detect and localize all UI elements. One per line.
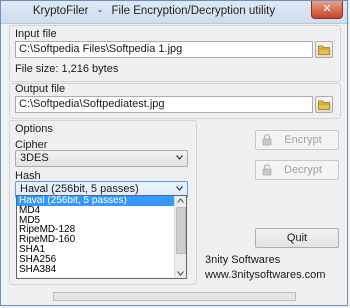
hash-value: Haval (256bit, 5 passes) (20, 183, 139, 195)
chevron-down-icon (176, 186, 183, 191)
browse-input-button[interactable] (315, 41, 333, 58)
output-file-label: Output file (15, 83, 66, 95)
dropdown-scrollbar[interactable] (174, 196, 186, 278)
decrypt-button[interactable]: Decrypt (255, 160, 339, 180)
input-file-label: Input file (15, 28, 57, 40)
lock-icon (262, 134, 272, 146)
chevron-down-icon (176, 155, 183, 160)
browse-output-button[interactable] (315, 96, 333, 113)
hash-option[interactable]: Haval (256bit, 5 passes) (17, 196, 186, 206)
decrypt-label: Decrypt (284, 164, 322, 176)
company-name: 3nity Softwares (205, 254, 281, 266)
scrollbar-thumb[interactable] (176, 207, 186, 254)
hash-option[interactable]: MD4 (17, 205, 186, 216)
folder-icon (318, 45, 330, 55)
folder-icon (318, 100, 330, 110)
cipher-value: 3DES (20, 152, 49, 164)
scroll-up-icon[interactable] (177, 198, 184, 203)
title-bar: KryptoFiler - File Encryption/Decryption… (1, 1, 347, 24)
output-file-group: Output file C:\Softpedia\Softpediatest.j… (9, 83, 341, 119)
quit-button[interactable]: Quit (255, 228, 339, 248)
progress-bar (53, 292, 296, 301)
cipher-select[interactable]: 3DES (15, 150, 188, 167)
window-title: KryptoFiler - File Encryption/Decryption… (32, 5, 276, 17)
close-icon: ✕ (322, 3, 332, 15)
main-window: KryptoFiler - File Encryption/Decryption… (0, 0, 348, 306)
input-file-group: Input file C:\Softpedia Files\Softpedia … (9, 25, 341, 82)
lock-icon (262, 164, 272, 176)
input-file-field[interactable]: C:\Softpedia Files\Softpedia 1.jpg (15, 41, 313, 58)
hash-dropdown-list[interactable]: Haval (256bit, 5 passes) MD4 MD5 RipeMD-… (16, 195, 187, 279)
encrypt-button[interactable]: Encrypt (255, 130, 339, 150)
options-label: Options (15, 123, 53, 135)
close-button[interactable]: ✕ (311, 1, 343, 19)
company-website[interactable]: www.3nitysoftwares.com (205, 269, 325, 281)
file-size-text: File size: 1,216 bytes (15, 63, 119, 75)
hash-option[interactable]: SHA384 (17, 264, 186, 275)
encrypt-label: Encrypt (284, 134, 322, 146)
quit-label: Quit (286, 232, 308, 244)
output-file-field[interactable]: C:\Softpedia\Softpediatest.jpg (15, 96, 313, 113)
scroll-down-icon[interactable] (177, 271, 184, 276)
